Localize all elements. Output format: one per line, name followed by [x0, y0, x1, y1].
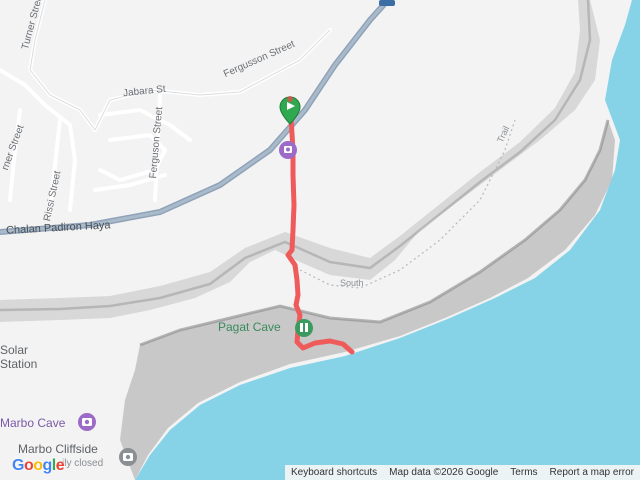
map-data-text: Map data ©2026 Google [389, 467, 499, 478]
terms-link[interactable]: Terms [504, 467, 543, 478]
marbo-cave-label[interactable]: Marbo Cave [0, 416, 65, 430]
camera-icon[interactable] [78, 413, 96, 431]
map-footer: Keyboard shortcuts Map data ©2026 Google… [285, 465, 640, 480]
south-label: South [340, 278, 364, 288]
solar-station-label: Solar Station [0, 343, 37, 371]
map-canvas[interactable] [0, 0, 640, 480]
google-logo: Google [12, 457, 65, 474]
purple-poi-icon[interactable] [279, 141, 297, 159]
closed-poi-icon[interactable] [119, 448, 137, 466]
pagat-cave-label[interactable]: Pagat Cave [218, 320, 281, 334]
temporarily-closed-label: ily closed [62, 458, 104, 469]
route-15-badge [379, 0, 395, 6]
solar-label: Solar [0, 343, 29, 357]
park-icon[interactable] [295, 319, 313, 337]
marbo-cliffside-label[interactable]: Marbo Cliffside [18, 442, 98, 456]
report-map-error-link[interactable]: Report a map error [544, 467, 640, 478]
keyboard-shortcuts-link[interactable]: Keyboard shortcuts [285, 467, 383, 478]
station-label: Station [0, 357, 38, 371]
